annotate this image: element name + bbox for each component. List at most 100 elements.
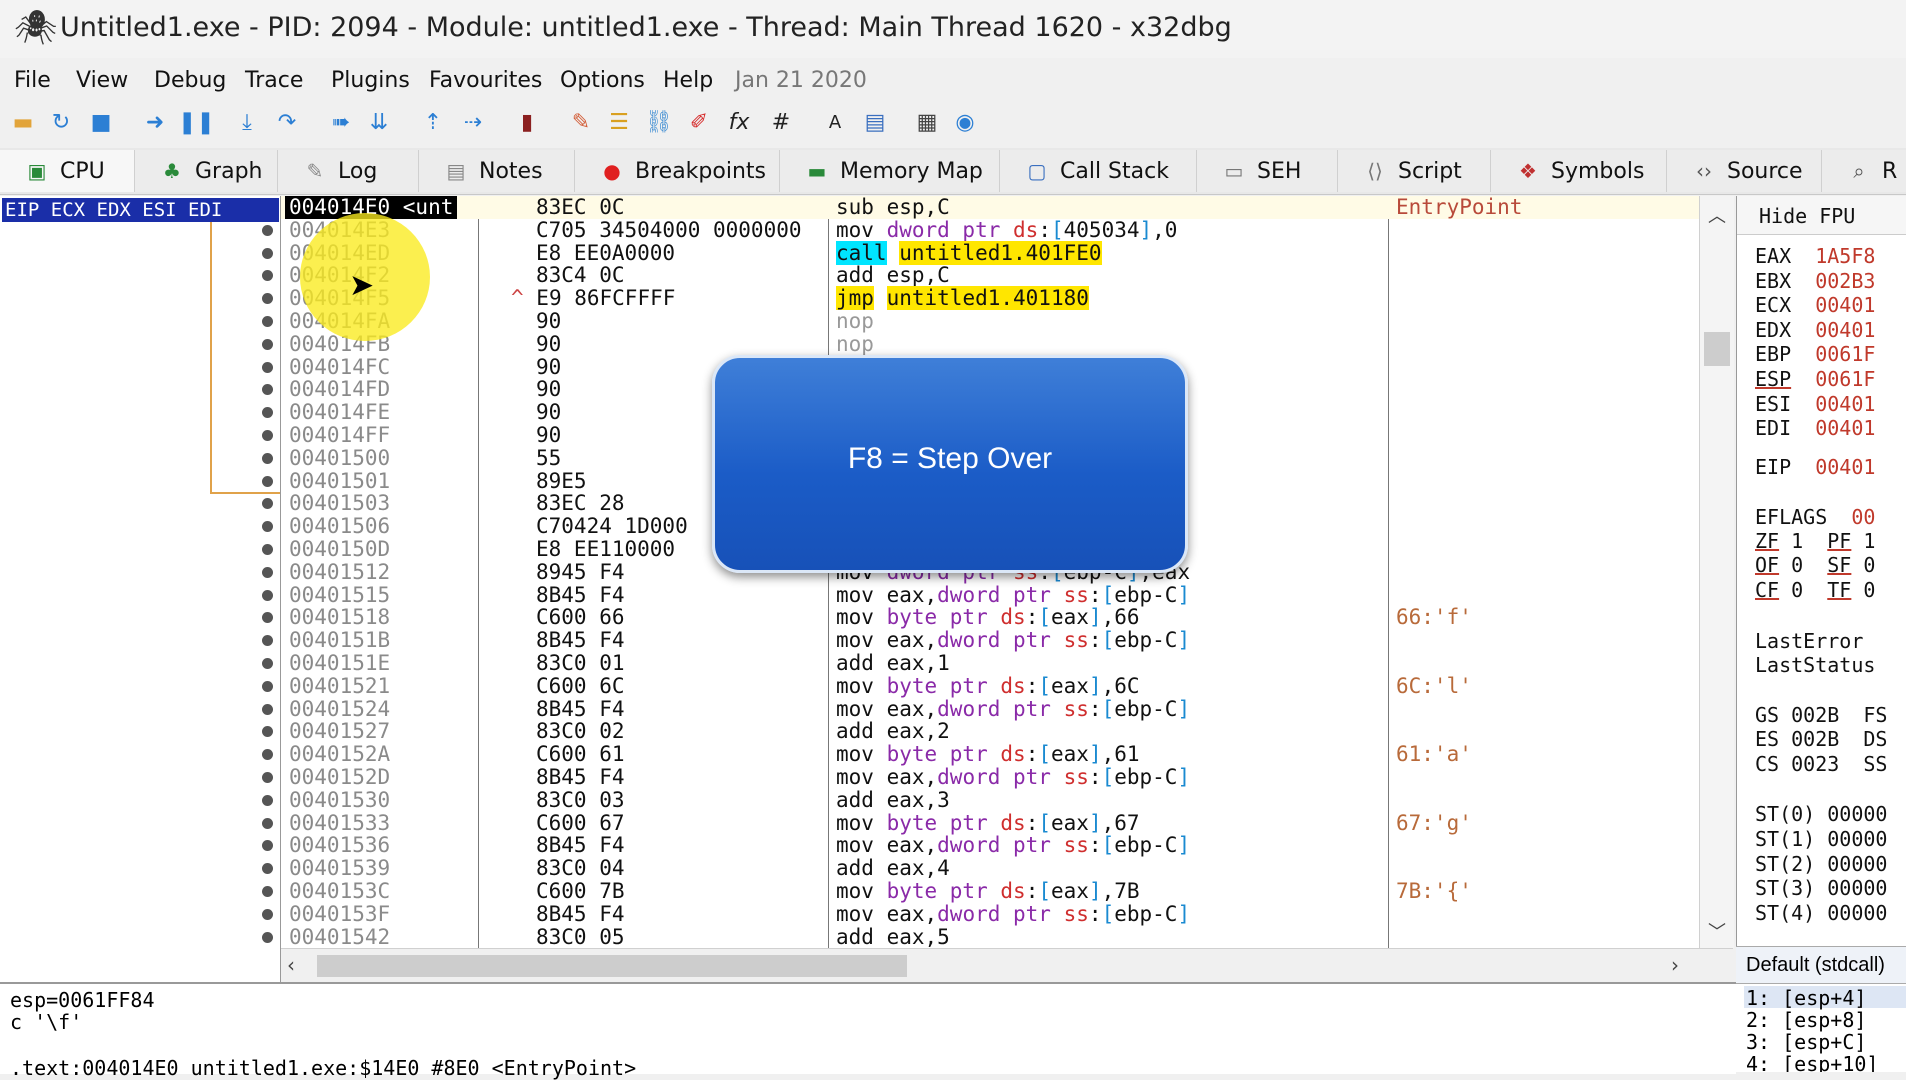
comments-icon[interactable]: ✎ [566, 108, 596, 138]
tab-seh[interactable]: ▭ SEH [1197, 150, 1338, 192]
breakpoint-dot[interactable] [262, 293, 273, 305]
breakpoint-dot[interactable] [262, 475, 273, 487]
breakpoint-dot[interactable] [262, 544, 273, 555]
breakpoint-dot[interactable] [262, 612, 273, 624]
breakpoint-dot[interactable] [262, 886, 273, 897]
breakpoint-dot[interactable] [262, 794, 273, 806]
tab-cpu[interactable]: ▣ CPU [0, 150, 135, 192]
hash-icon[interactable]: # [766, 108, 796, 138]
disasm-row[interactable]: 00401521 C600 6C mov byte ptr ds:[eax],6C 6… [281, 674, 1699, 698]
tab-script[interactable]: ⟨⟩ Script [1338, 150, 1491, 192]
register-eax[interactable]: EAX 1A5F8 [1755, 244, 1875, 268]
flag-line[interactable]: OF 0 SF 0 [1755, 553, 1875, 577]
vertical-scrollbar[interactable]: ︿ ﹀ [1699, 196, 1734, 948]
breakpoint-dot[interactable] [262, 224, 273, 236]
breakpoint-dot[interactable] [262, 772, 273, 783]
scroll-thumb[interactable] [1704, 332, 1730, 366]
breakpoint-dot[interactable] [262, 749, 273, 761]
segment-line[interactable]: ES 002B DS [1755, 727, 1887, 751]
breakpoint-dot[interactable] [262, 566, 273, 578]
tab-memory-map[interactable]: ▬ Memory Map [780, 150, 1000, 192]
breakpoint-dot[interactable] [262, 430, 273, 441]
breakpoint-dot[interactable] [262, 589, 273, 601]
disasm-row[interactable]: 004014F5^ E9 86FCFFFFjmp untitled1.40118… [281, 286, 1699, 311]
breakpoint-dot[interactable] [262, 908, 273, 920]
breakpoint-dot[interactable] [262, 270, 273, 282]
disasm-row[interactable]: 00401518 C600 66 mov byte ptr ds:[eax],66 6… [281, 606, 1699, 629]
disasm-row[interactable]: 00401539 83C0 04 add eax,4 [281, 857, 1699, 880]
disasm-row[interactable]: 0040152D 8B45 F4 mov eax,dword ptr ss:[ebp… [281, 766, 1699, 789]
last-status[interactable]: LastStatus [1755, 653, 1875, 677]
menu-trace[interactable]: Trace [245, 68, 303, 93]
tab-symbols[interactable]: ❖ Symbols [1491, 150, 1667, 192]
breakpoint-dot[interactable] [262, 384, 273, 396]
disasm-row[interactable]: 004014E0 <unt 83EC 0C sub esp,C EntryPoint [281, 196, 1699, 219]
flag-line[interactable]: CF 0 TF 0 [1755, 578, 1875, 602]
menu-debug[interactable]: Debug [154, 68, 226, 93]
tab-call-stack[interactable]: ▢ Call Stack [1000, 150, 1197, 192]
breakpoint-dot[interactable] [262, 316, 273, 327]
disasm-row[interactable]: 00401536 8B45 F4 mov eax,dword ptr ss:[ebp… [281, 834, 1699, 857]
disasm-row[interactable]: 00401527 83C0 02 add eax,2 [281, 720, 1699, 743]
stop-icon[interactable]: ■ [86, 108, 116, 138]
scroll-down-icon[interactable]: ﹀ [1708, 918, 1726, 944]
tab-references[interactable]: ⌕ R [1822, 150, 1906, 192]
segment-line[interactable]: GS 002B FS [1755, 703, 1887, 727]
pause-icon[interactable]: ❚❚ [178, 108, 215, 138]
trace-into-icon[interactable]: ➠ [326, 108, 356, 138]
fpu-register[interactable]: ST(3) 00000 [1755, 876, 1887, 900]
breakpoint-dot[interactable] [262, 703, 273, 715]
disasm-row[interactable]: 00401530 83C0 03 add eax,3 [281, 788, 1699, 812]
tab-log[interactable]: ✎ Log [278, 150, 419, 192]
disasm-row[interactable]: 0040153C C600 7B mov byte ptr ds:[eax],7B 7… [281, 880, 1699, 903]
register-edi[interactable]: EDI 00401 [1755, 416, 1875, 440]
menu-help[interactable]: Help [663, 68, 713, 93]
calculator-icon[interactable]: ▦ [912, 108, 942, 138]
restart-icon[interactable]: ↻ [46, 108, 76, 138]
disasm-row[interactable]: 00401542 83C0 05 add eax,5 [281, 925, 1699, 948]
run-to-user-code-icon[interactable]: ⇢ [458, 108, 488, 138]
disasm-row[interactable]: 004014F283C4 0Cadd esp,C [281, 264, 1699, 287]
register-edx[interactable]: EDX 00401 [1755, 318, 1875, 342]
tab-breakpoints[interactable]: ● Breakpoints [575, 150, 780, 192]
breakpoint-dot[interactable] [262, 338, 273, 350]
tab-source[interactable]: ‹› Source [1667, 150, 1822, 192]
disasm-row[interactable]: 004014EDE8 EE0A0000call untitled1.401FE0 [281, 240, 1699, 265]
menu-view[interactable]: View [76, 68, 128, 93]
open-icon[interactable]: ▬ [8, 108, 38, 138]
register-eip[interactable]: EIP 00401 [1755, 455, 1875, 479]
labels-icon[interactable]: ☰ [604, 108, 634, 138]
globe-icon[interactable]: ◉ [950, 108, 980, 138]
breakpoint-dot[interactable] [262, 635, 273, 647]
hide-fpu-button[interactable]: Hide FPU [1759, 204, 1855, 228]
tab-notes[interactable]: ▤ Notes [419, 150, 575, 192]
fpu-register[interactable]: ST(4) 00000 [1755, 901, 1887, 925]
breakpoint-dot[interactable] [262, 931, 273, 943]
tab-graph[interactable]: ♣ Graph [135, 150, 278, 192]
disasm-row[interactable]: 00401515 8B45 F4 mov eax,dword ptr ss:[ebp… [281, 583, 1699, 607]
trace-over-icon[interactable]: ⇊ [364, 108, 394, 138]
breakpoint-dot[interactable] [262, 407, 273, 419]
fpu-register[interactable]: ST(2) 00000 [1755, 852, 1887, 876]
calling-convention-select[interactable]: Default (stdcall) [1746, 954, 1885, 977]
font-icon[interactable]: A [820, 108, 850, 138]
disasm-row[interactable]: 0040151E 83C0 01 add eax,1 [281, 652, 1699, 675]
step-over-icon[interactable]: ↷ [272, 108, 302, 138]
patches-icon[interactable]: ▮ [512, 108, 542, 138]
last-error[interactable]: LastError [1755, 629, 1863, 653]
register-esi[interactable]: ESI 00401 [1755, 392, 1875, 416]
register-ebx[interactable]: EBX 002B3 [1755, 269, 1875, 293]
register-eflags[interactable]: EFLAGS 00 [1755, 505, 1875, 529]
disasm-row[interactable]: 00401533 C600 67 mov byte ptr ds:[eax],67 6… [281, 811, 1699, 835]
disasm-row[interactable]: 004014FA90nop [281, 310, 1699, 333]
register-ecx[interactable]: ECX 00401 [1755, 293, 1875, 317]
disasm-row[interactable]: 00401524 8B45 F4 mov eax,dword ptr ss:[ebp… [281, 697, 1699, 721]
run-icon[interactable]: ➜ [140, 108, 170, 138]
step-into-icon[interactable]: ⤓ [232, 108, 262, 138]
disasm-row[interactable]: 004014E3C705 34504000 0000000mov dword p… [281, 218, 1699, 242]
fx-icon[interactable]: fx [724, 108, 754, 138]
flag-line[interactable]: ZF 1 PF 1 [1755, 529, 1875, 553]
script-icon[interactable]: ▤ [860, 108, 890, 138]
fpu-register[interactable]: ST(1) 00000 [1755, 827, 1887, 851]
breakpoint-dot[interactable] [262, 521, 273, 533]
